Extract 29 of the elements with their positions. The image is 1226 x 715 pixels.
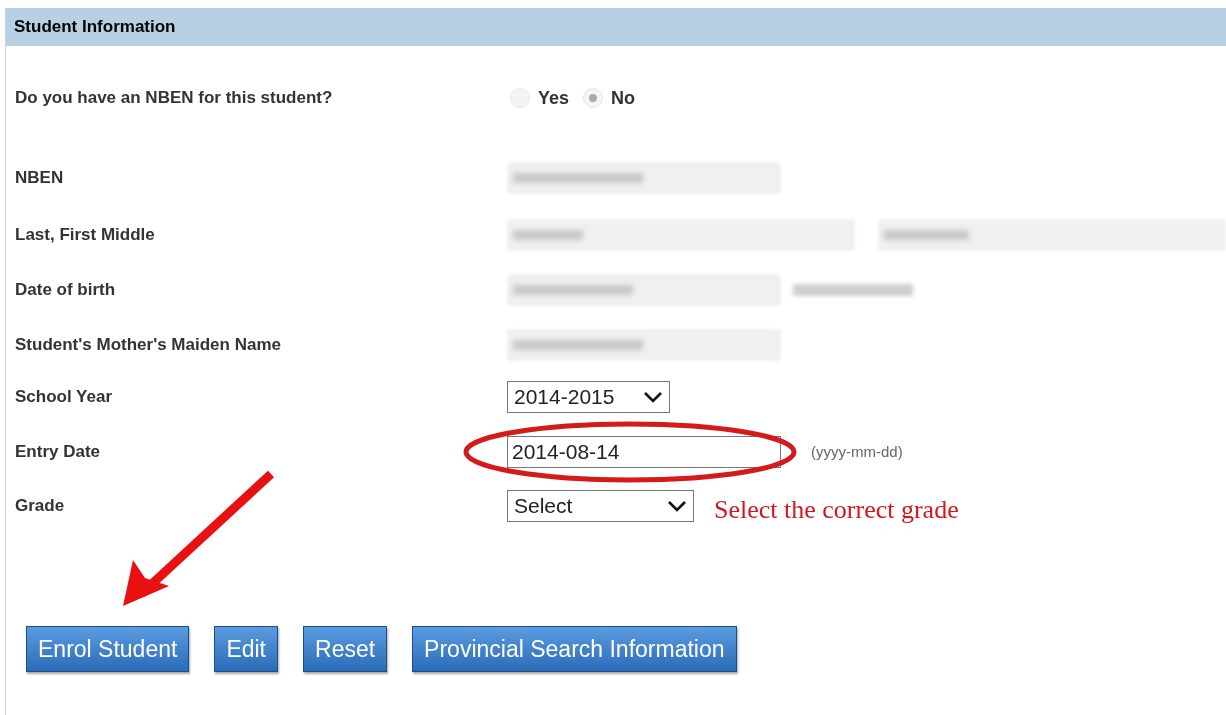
radio-option[interactable]: Yes: [510, 84, 570, 112]
field-label: Entry Date: [15, 441, 102, 464]
question-label: Do you have an NBEN for this student?: [15, 87, 334, 110]
select-dropdown[interactable]: 2014-2015: [507, 381, 670, 413]
section-title: Student Information: [14, 16, 176, 39]
field-label: Student's Mother's Maiden Name: [15, 334, 282, 357]
input-field[interactable]: [507, 162, 781, 194]
action-button[interactable]: Enrol Student: [26, 626, 190, 672]
field-label: NBEN: [15, 167, 65, 190]
select-dropdown[interactable]: Select: [507, 490, 694, 522]
input-field[interactable]: [507, 329, 781, 361]
format-hint: (yyyy-mm-dd): [811, 441, 903, 462]
chevron-down-icon: [667, 500, 687, 512]
action-button[interactable]: Provincial Search Information: [412, 626, 737, 672]
field-label: Date of birth: [15, 279, 117, 302]
radio-option[interactable]: No: [583, 84, 636, 112]
action-button[interactable]: Edit: [214, 626, 278, 672]
input-field[interactable]: [878, 219, 1226, 251]
input-field[interactable]: [507, 274, 781, 306]
action-button[interactable]: Reset: [303, 626, 388, 672]
input-field[interactable]: [507, 219, 855, 251]
annotation-text: Select the correct grade: [714, 493, 959, 526]
field-label: School Year: [15, 386, 113, 409]
radio-button[interactable]: [583, 88, 604, 108]
chevron-down-icon: [643, 391, 663, 403]
input-field[interactable]: 2014-08-14: [507, 436, 781, 468]
field-label: Last, First Middle: [15, 224, 156, 247]
radio-button[interactable]: [510, 88, 530, 108]
field-label: Grade: [15, 495, 66, 518]
